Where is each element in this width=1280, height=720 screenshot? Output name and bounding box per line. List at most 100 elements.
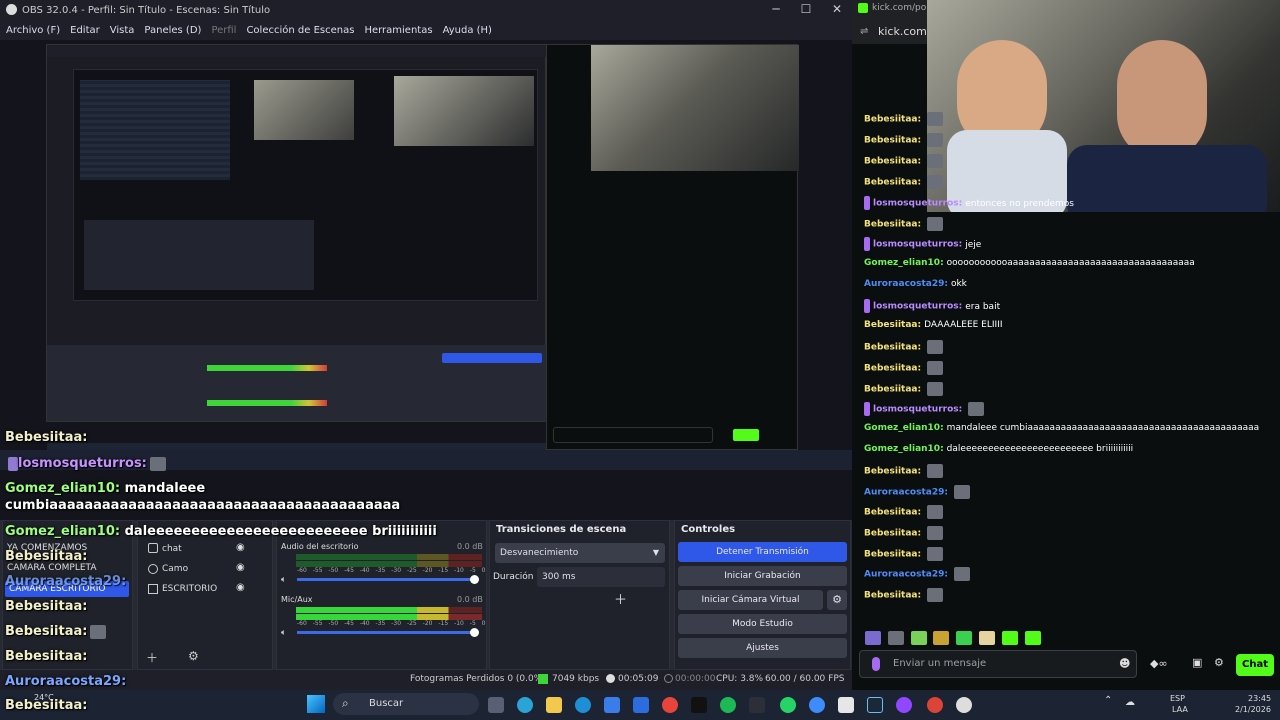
add-transition-icon[interactable]: ＋ bbox=[614, 589, 627, 608]
clock-time[interactable]: 23:45 bbox=[1248, 694, 1271, 703]
stream-preview[interactable]: Bebesiitaa: losmosqueturros: Gomez_elian… bbox=[0, 40, 852, 520]
menu-herramientas[interactable]: Herramientas bbox=[364, 25, 432, 36]
chat-username[interactable]: Gomez_elian10: bbox=[864, 258, 944, 268]
menu-vista[interactable]: Vista bbox=[110, 25, 135, 36]
chat-username[interactable]: Auroraacosta29: bbox=[864, 570, 948, 580]
settings-button[interactable]: Ajustes bbox=[678, 638, 847, 658]
chat-send-button[interactable]: Chat bbox=[1236, 654, 1274, 676]
chat-username[interactable]: Bebesiitaa: bbox=[864, 467, 921, 477]
emote-icon[interactable] bbox=[887, 630, 904, 645]
app-icon[interactable] bbox=[749, 697, 765, 713]
chat-username[interactable]: Bebesiitaa: bbox=[864, 220, 921, 230]
chat-username[interactable]: losmosqueturros: bbox=[873, 199, 962, 209]
taskbar-search[interactable]: Buscar bbox=[333, 693, 479, 715]
chat-message-input[interactable]: Enviar un mensaje ☻ bbox=[859, 650, 1137, 678]
chat-username[interactable]: Bebesiitaa: bbox=[864, 364, 921, 374]
outlook-icon[interactable] bbox=[633, 697, 649, 713]
chat-username[interactable]: Gomez_elian10: bbox=[864, 444, 944, 454]
chat-username[interactable]: Bebesiitaa: bbox=[864, 320, 921, 330]
chat-username[interactable]: Bebesiitaa: bbox=[864, 591, 921, 601]
clock-date[interactable]: 2/1/2026 bbox=[1235, 705, 1271, 714]
start-windows-icon[interactable] bbox=[307, 695, 325, 713]
emote-icon[interactable] bbox=[910, 630, 927, 645]
chat-username[interactable]: Bebesiitaa: bbox=[864, 178, 921, 188]
chat-username[interactable]: Bebesiitaa: bbox=[864, 508, 921, 518]
duration-input[interactable]: 300 ms bbox=[537, 567, 665, 587]
gear-icon[interactable]: ⚙ bbox=[1214, 656, 1224, 669]
obs-taskbar-icon[interactable] bbox=[896, 697, 912, 713]
chat-username[interactable]: Bebesiitaa: bbox=[864, 385, 921, 395]
source-item[interactable]: ESCRITORIO bbox=[162, 584, 217, 594]
desktop-volume-slider[interactable] bbox=[297, 578, 475, 581]
store-icon[interactable] bbox=[604, 697, 620, 713]
chatgpt-icon[interactable] bbox=[956, 697, 972, 713]
chat-username[interactable]: Bebesiitaa: bbox=[864, 115, 921, 125]
region-indicator[interactable]: LAA bbox=[1172, 705, 1188, 714]
menu-editar[interactable]: Editar bbox=[70, 25, 100, 36]
task-view-icon[interactable] bbox=[488, 697, 504, 713]
source-item[interactable]: Camo bbox=[162, 564, 188, 574]
chat-username[interactable]: Bebesiitaa: bbox=[864, 343, 921, 353]
speaker-icon[interactable]: 🔈︎ bbox=[281, 628, 286, 638]
app-icon[interactable] bbox=[809, 697, 825, 713]
speaker-icon[interactable]: 🔈︎ bbox=[281, 575, 286, 585]
site-info-icon[interactable]: ⇌ bbox=[860, 26, 868, 37]
cloud-icon[interactable]: ☁ bbox=[1125, 697, 1135, 708]
edge-icon[interactable] bbox=[517, 697, 533, 713]
menu-coleccion[interactable]: Colección de Escenas bbox=[246, 25, 354, 36]
minimize-icon[interactable]: ─ bbox=[766, 2, 786, 16]
menu-perfil[interactable]: Perfil bbox=[211, 25, 236, 36]
chat-username[interactable]: losmosqueturros: bbox=[873, 405, 962, 415]
gear-icon[interactable]: ⚙ bbox=[827, 590, 847, 610]
stop-stream-button[interactable]: Detener Transmisión bbox=[678, 542, 847, 562]
emoji-icon[interactable]: ☻ bbox=[1119, 657, 1130, 670]
chat-username[interactable]: Gomez_elian10: bbox=[864, 423, 944, 433]
lang-indicator[interactable]: ESP bbox=[1170, 694, 1185, 703]
shield-icon[interactable]: ▣ bbox=[1192, 656, 1202, 669]
browser-icon[interactable] bbox=[575, 697, 591, 713]
scene-item[interactable]: CAMARA COMPLETA bbox=[7, 563, 97, 573]
points-icon[interactable]: ◆∞ bbox=[1150, 657, 1168, 670]
menu-paneles[interactable]: Paneles (D) bbox=[144, 25, 201, 36]
start-recording-button[interactable]: Iniciar Grabación bbox=[678, 566, 847, 586]
studio-mode-button[interactable]: Modo Estudio bbox=[678, 614, 847, 634]
chat-username[interactable]: Bebesiitaa: bbox=[864, 157, 921, 167]
folder-icon[interactable] bbox=[546, 697, 562, 713]
visibility-icon[interactable]: ◉ bbox=[236, 582, 245, 593]
maximize-icon[interactable]: ☐ bbox=[796, 2, 816, 16]
add-source-icon[interactable]: ＋ bbox=[146, 649, 158, 666]
menu-archivo[interactable]: Archivo (F) bbox=[6, 25, 60, 36]
chat-username[interactable]: losmosqueturros: bbox=[873, 302, 962, 312]
chat-username[interactable]: losmosqueturros: bbox=[873, 240, 962, 250]
tiktok-icon[interactable] bbox=[691, 697, 707, 713]
source-item[interactable]: chat bbox=[162, 544, 182, 554]
chat-username[interactable]: Auroraacosta29: bbox=[864, 488, 948, 498]
emote-icon[interactable] bbox=[933, 630, 950, 645]
emote-icon[interactable] bbox=[1024, 630, 1041, 645]
chat-username[interactable]: Bebesiitaa: bbox=[864, 529, 921, 539]
emote-icon[interactable] bbox=[956, 630, 973, 645]
weather-temp[interactable]: 24°C bbox=[34, 693, 54, 702]
visibility-icon[interactable]: ◉ bbox=[236, 562, 245, 573]
virtual-camera-button[interactable]: Iniciar Cámara Virtual bbox=[678, 590, 823, 610]
chrome-icon[interactable] bbox=[662, 697, 678, 713]
capcut-icon[interactable] bbox=[838, 697, 854, 713]
spotify-icon[interactable] bbox=[720, 697, 736, 713]
menu-ayuda[interactable]: Ayuda (H) bbox=[443, 25, 492, 36]
subscriber-badge-icon bbox=[864, 196, 870, 210]
close-icon[interactable]: ✕ bbox=[827, 2, 847, 16]
visibility-icon[interactable]: ◉ bbox=[236, 542, 245, 553]
chat-username[interactable]: Auroraacosta29: bbox=[864, 279, 948, 289]
chrome-icon[interactable] bbox=[927, 697, 943, 713]
mic-volume-slider[interactable] bbox=[297, 631, 475, 634]
transition-select[interactable]: Desvanecimiento ▼ bbox=[495, 543, 665, 563]
emote-icon[interactable] bbox=[1001, 630, 1018, 645]
chevron-up-icon[interactable]: ⌃ bbox=[1104, 695, 1112, 706]
gear-icon[interactable]: ⚙ bbox=[188, 649, 199, 663]
whatsapp-icon[interactable] bbox=[780, 697, 796, 713]
chat-username[interactable]: Bebesiitaa: bbox=[864, 136, 921, 146]
steam-icon[interactable] bbox=[867, 697, 883, 713]
chat-username[interactable]: Bebesiitaa: bbox=[864, 550, 921, 560]
emote-icon[interactable] bbox=[979, 630, 996, 645]
emote-icon[interactable] bbox=[865, 630, 881, 645]
